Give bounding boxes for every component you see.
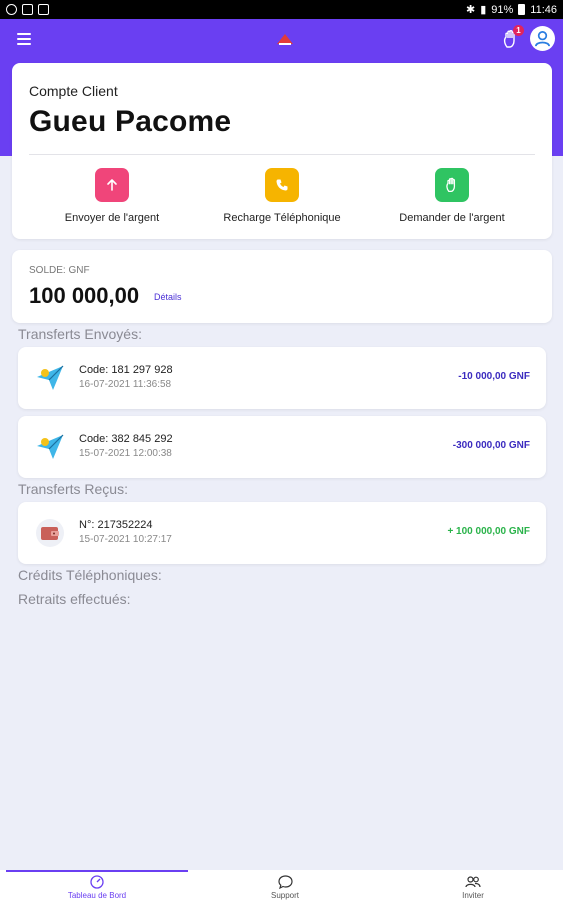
transaction-date: 15-07-2021 12:00:38 bbox=[79, 448, 172, 459]
chat-icon bbox=[277, 875, 293, 889]
clock: 11:46 bbox=[530, 3, 557, 16]
tab-support[interactable]: Support bbox=[225, 875, 345, 900]
transaction-row[interactable]: N°: 217352224 15-07-2021 10:27:17 + 100 … bbox=[18, 502, 546, 564]
divider bbox=[29, 154, 535, 155]
wallet-icon bbox=[34, 517, 66, 549]
transaction-row[interactable]: Code: 181 297 928 16-07-2021 11:36:58 -1… bbox=[18, 347, 546, 409]
phone-recharge-button[interactable]: Recharge Téléphonique bbox=[197, 168, 367, 224]
balance-card: SOLDE: GNF 100 000,00 Détails bbox=[12, 250, 552, 323]
account-type-label: Compte Client bbox=[29, 83, 118, 99]
withdrawals-title: Retraits effectués: bbox=[18, 591, 131, 607]
bottom-navigation: Tableau de Bord Support Inviter bbox=[0, 870, 563, 900]
battery-icon bbox=[518, 4, 526, 15]
transaction-date: 16-07-2021 11:36:58 bbox=[79, 379, 172, 390]
tab-invite[interactable]: Inviter bbox=[413, 875, 533, 900]
status-bar: ✱ ▮ 91% 11:46 bbox=[0, 0, 563, 19]
balance-label: SOLDE: GNF bbox=[29, 265, 90, 276]
user-icon bbox=[534, 30, 551, 47]
send-money-label: Envoyer de l'argent bbox=[64, 212, 160, 224]
client-account-card: Compte Client Gueu Pacome Envoyer de l'a… bbox=[12, 63, 552, 239]
status-bar-right: ✱ ▮ 91% 11:46 bbox=[465, 3, 557, 17]
tab-dashboard-label: Tableau de Bord bbox=[67, 891, 127, 900]
battery-percent: 91% bbox=[491, 3, 514, 16]
transaction-amount: -10 000,00 GNF bbox=[458, 371, 530, 382]
transaction-amount: -300 000,00 GNF bbox=[452, 440, 530, 451]
balance-amount: 100 000,00 bbox=[29, 283, 140, 308]
transaction-number: N°: 217352224 bbox=[79, 519, 153, 531]
request-money-button[interactable]: Demander de l'argent bbox=[367, 168, 537, 224]
signal-icon: ▮ bbox=[480, 4, 487, 16]
arrow-up-icon bbox=[95, 168, 129, 202]
tab-invite-label: Inviter bbox=[462, 891, 484, 900]
sent-transfers-title: Transferts Envoyés: bbox=[18, 326, 142, 342]
profile-button[interactable] bbox=[530, 26, 555, 51]
status-bar-left bbox=[6, 4, 49, 15]
whatsapp-icon bbox=[6, 4, 17, 15]
image-icon bbox=[22, 4, 33, 15]
phone-icon bbox=[265, 168, 299, 202]
app-logo bbox=[276, 32, 294, 46]
paper-plane-icon bbox=[34, 362, 66, 394]
tab-dashboard[interactable]: Tableau de Bord bbox=[37, 875, 157, 900]
active-tab-indicator bbox=[6, 870, 188, 872]
paper-plane-icon bbox=[34, 431, 66, 463]
transaction-row[interactable]: Code: 382 845 292 15-07-2021 12:00:38 -3… bbox=[18, 416, 546, 478]
client-name: Gueu Pacome bbox=[29, 105, 232, 138]
details-link[interactable]: Détails bbox=[154, 292, 182, 302]
hamburger-icon[interactable] bbox=[17, 33, 31, 45]
phone-credits-title: Crédits Téléphoniques: bbox=[18, 567, 162, 583]
received-transfers-title: Transferts Reçus: bbox=[18, 481, 128, 497]
users-icon bbox=[465, 876, 481, 888]
transaction-code: Code: 181 297 928 bbox=[79, 364, 173, 376]
hand-icon bbox=[435, 168, 469, 202]
tab-support-label: Support bbox=[270, 891, 300, 900]
bluetooth-icon: ✱ bbox=[465, 4, 476, 16]
transaction-amount: + 100 000,00 GNF bbox=[447, 526, 530, 537]
dashboard-icon bbox=[90, 875, 104, 889]
phone-recharge-label: Recharge Téléphonique bbox=[223, 212, 341, 224]
transaction-date: 15-07-2021 10:27:17 bbox=[79, 534, 172, 545]
gmail-icon bbox=[38, 4, 49, 15]
notification-badge: 1 bbox=[513, 25, 524, 36]
request-money-label: Demander de l'argent bbox=[399, 212, 505, 224]
transaction-code: Code: 382 845 292 bbox=[79, 433, 173, 445]
send-money-button[interactable]: Envoyer de l'argent bbox=[27, 168, 197, 224]
